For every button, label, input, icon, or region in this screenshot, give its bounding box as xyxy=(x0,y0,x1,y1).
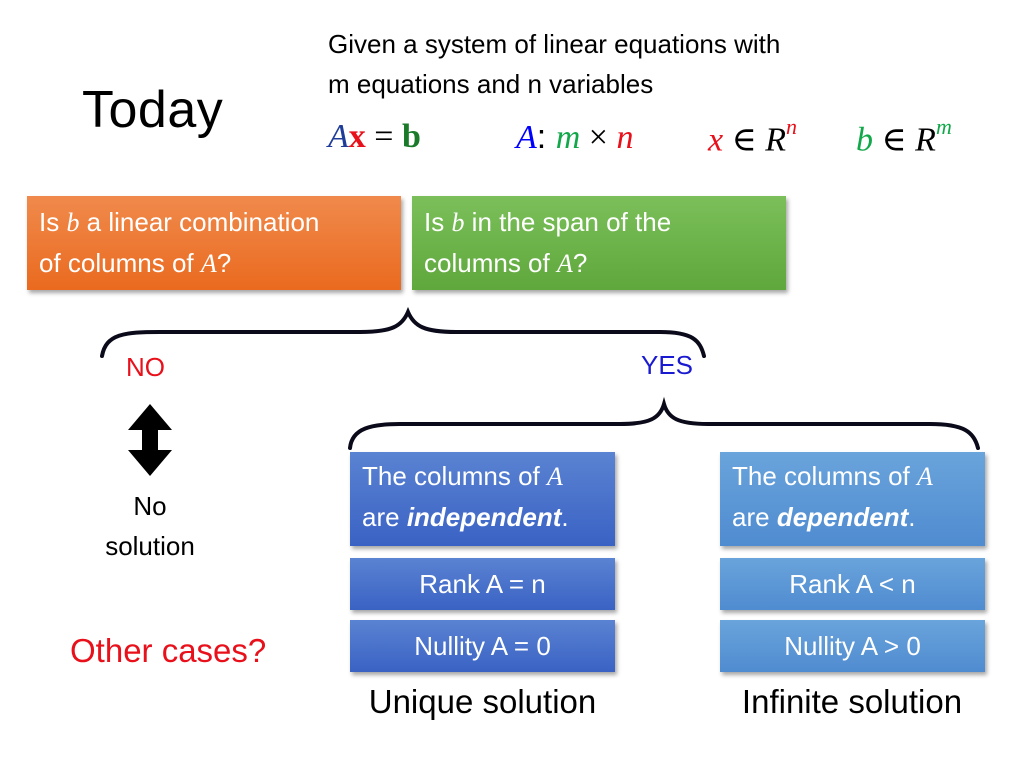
top-brace xyxy=(100,306,706,358)
dep-var: A xyxy=(916,462,933,491)
dependent-statement-box: The columns of A are dependent. xyxy=(720,452,985,546)
no-solution-text: No solution xyxy=(80,486,220,566)
nullity-zero-box: Nullity A = 0 xyxy=(350,620,615,672)
other-cases-text: Other cases? xyxy=(70,632,267,669)
yes-brace xyxy=(348,396,980,450)
ind-line2-pre: are xyxy=(362,502,407,532)
no-label: NO xyxy=(126,352,165,382)
double-arrow-icon xyxy=(128,404,172,476)
rank-equal-n-box: Rank A = n xyxy=(350,558,615,610)
yes-label: YES xyxy=(641,350,694,380)
independent-statement-box: The columns of A are independent. xyxy=(350,452,615,546)
no-solution-line2: solution xyxy=(105,531,195,561)
nullity-positive-box: Nullity A > 0 xyxy=(720,620,985,672)
unique-solution-label: Unique solution xyxy=(368,683,597,720)
ind-pre: The columns of xyxy=(362,461,547,491)
no-solution-line1: No xyxy=(133,491,167,521)
rank-less-n-box: Rank A < n xyxy=(720,558,985,610)
infinite-solution-label: Infinite solution xyxy=(741,683,963,720)
ind-end: . xyxy=(561,502,569,532)
dep-pre: The columns of xyxy=(732,461,917,491)
dep-end: . xyxy=(908,502,916,532)
ind-var: A xyxy=(546,462,563,491)
dep-line2-pre: are xyxy=(732,502,777,532)
ind-emph: independent xyxy=(406,502,562,532)
dep-emph: dependent xyxy=(776,502,909,532)
